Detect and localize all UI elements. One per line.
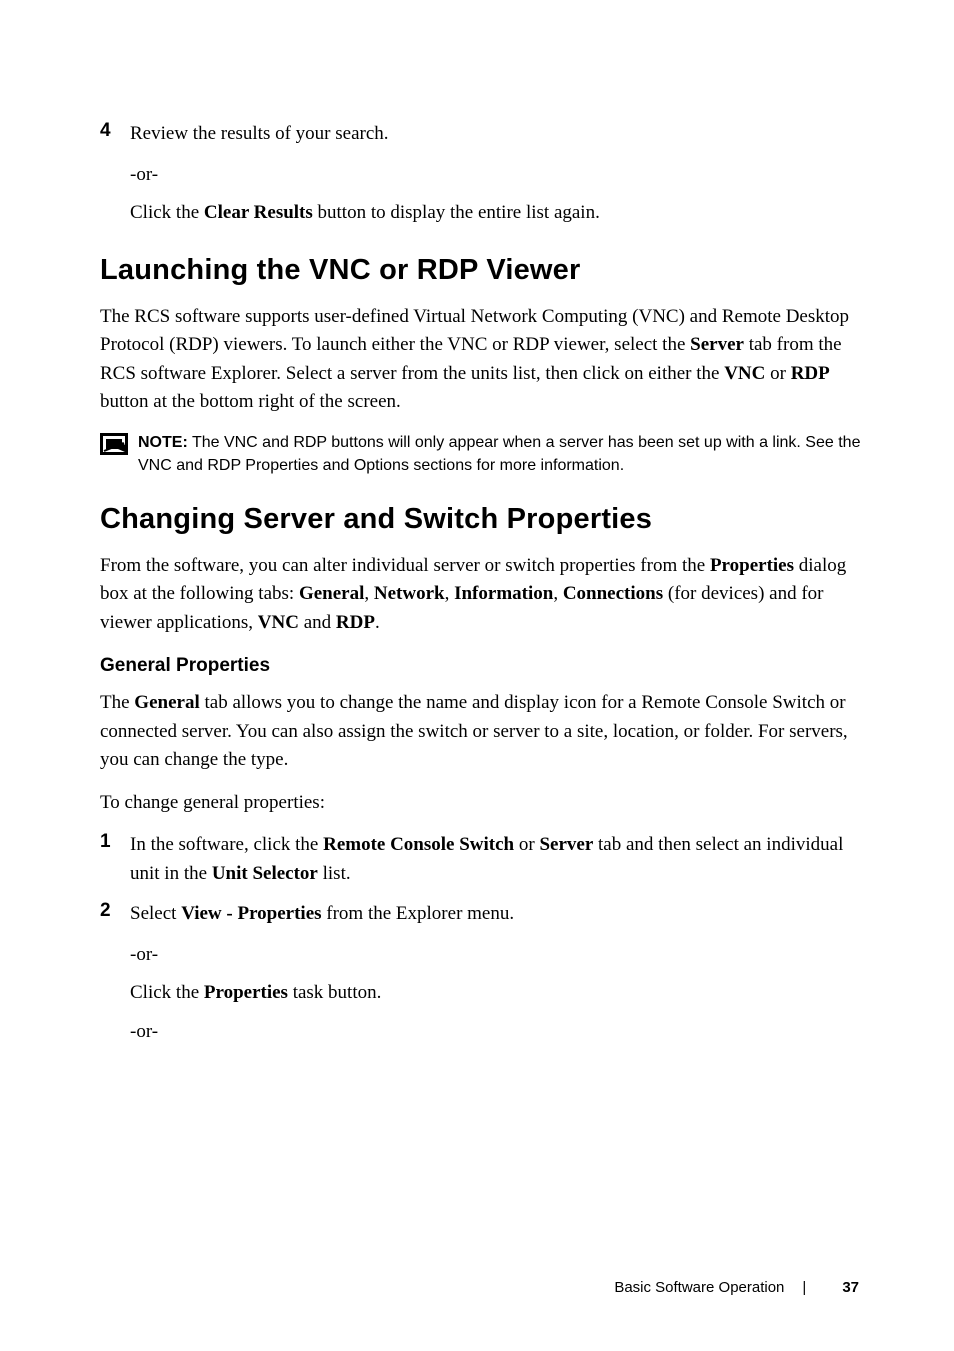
text: or [514,834,539,855]
server-tab-label: Server [539,834,593,855]
step-4: 4 Review the results of your search. [100,120,864,149]
unit-selector-label: Unit Selector [212,863,318,884]
step-text: In the software, click the Remote Consol… [130,831,864,888]
remote-console-switch-label: Remote Console Switch [323,834,514,855]
page-footer: Basic Software Operation | 37 [614,1279,859,1296]
information-label: Information [454,583,553,604]
clear-results-label: Clear Results [204,202,313,223]
step-1: 1 In the software, click the Remote Cons… [100,831,864,888]
page-number: 37 [842,1279,859,1296]
text: Select [130,903,181,924]
general-tab-label: General [134,692,199,713]
text: Click the [130,982,204,1003]
step-4-clear: Click the Clear Results button to displa… [130,199,864,228]
text: button at the bottom right of the screen… [100,391,401,412]
view-properties-label: View - Properties [181,903,321,924]
text: button to display the entire list again. [313,202,600,223]
section2-paragraph: From the software, you can alter individ… [100,552,864,638]
step-4-or: -or- [130,161,864,190]
step-number: 4 [100,120,130,149]
text: . [375,612,380,633]
footer-divider: | [802,1279,806,1296]
heading-launching-vnc-rdp: Launching the VNC or RDP Viewer [100,254,864,287]
properties-task-label: Properties [204,982,288,1003]
text: From the software, you can alter individ… [100,555,710,576]
properties-label: Properties [710,555,794,576]
text: , [553,583,563,604]
text: or [765,363,790,384]
general-properties-paragraph: The General tab allows you to change the… [100,689,864,775]
step-number: 2 [100,900,130,929]
vnc-label: VNC [724,363,765,384]
text: and [299,612,336,633]
text: from the Explorer menu. [322,903,515,924]
step-2: 2 Select View - Properties from the Expl… [100,900,864,929]
note-body: The VNC and RDP buttons will only appear… [138,434,860,474]
text: , [445,583,455,604]
rdp-label: RDP [336,612,375,633]
note-icon [100,433,128,455]
text: In the software, click the [130,834,323,855]
text: , [364,583,374,604]
text: The [100,692,134,713]
note-label: NOTE: [138,434,188,451]
section1-paragraph: The RCS software supports user-defined V… [100,303,864,417]
note-block: NOTE: The VNC and RDP buttons will only … [100,431,864,477]
step-2-click-properties: Click the Properties task button. [130,979,864,1008]
rdp-label: RDP [791,363,830,384]
step-2-or-2: -or- [130,1018,864,1047]
note-text: NOTE: The VNC and RDP buttons will only … [138,431,864,477]
vnc-label: VNC [258,612,299,633]
general-label: General [299,583,364,604]
text: task button. [288,982,381,1003]
text: list. [318,863,351,884]
step-text: Select View - Properties from the Explor… [130,900,864,929]
footer-title: Basic Software Operation [614,1279,784,1296]
heading-changing-properties: Changing Server and Switch Properties [100,503,864,536]
network-label: Network [374,583,445,604]
server-tab-label: Server [690,334,744,355]
text: Click the [130,202,204,223]
text: tab allows you to change the name and di… [100,692,848,770]
step-text: Review the results of your search. [130,120,864,149]
step-number: 1 [100,831,130,888]
to-change-intro: To change general properties: [100,789,864,818]
step-2-or-1: -or- [130,941,864,970]
connections-label: Connections [563,583,663,604]
subheading-general-properties: General Properties [100,655,864,677]
